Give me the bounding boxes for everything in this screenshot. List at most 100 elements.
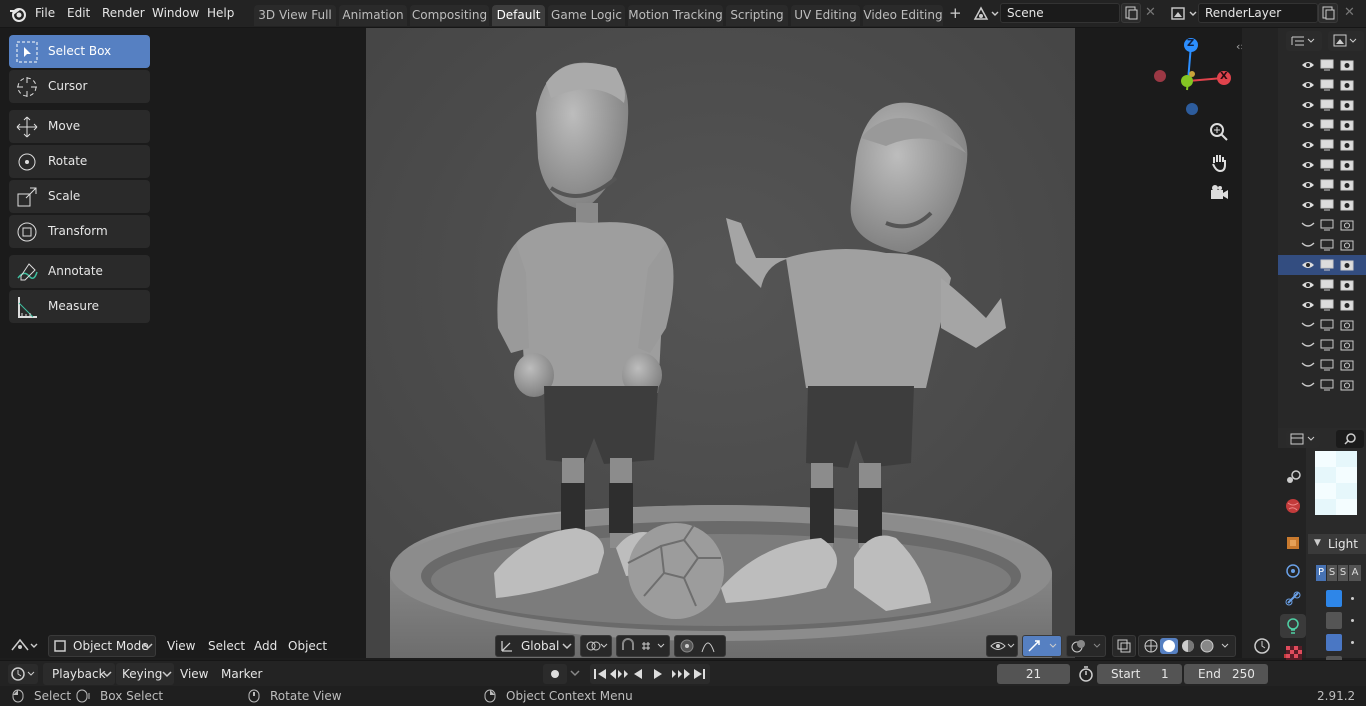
outliner-row[interactable]: [1278, 295, 1366, 315]
camera-icon[interactable]: [1340, 379, 1354, 391]
eye-closed-icon[interactable]: [1301, 239, 1315, 251]
camera-view-icon[interactable]: [1208, 182, 1230, 204]
monitor-icon[interactable]: [1320, 79, 1334, 91]
start-frame-field[interactable]: Start 1: [1097, 664, 1182, 684]
monitor-icon[interactable]: [1320, 199, 1334, 211]
snap-dropdown[interactable]: [616, 635, 670, 657]
render-layer-field[interactable]: RenderLayer: [1198, 3, 1318, 23]
monitor-icon[interactable]: [1320, 339, 1334, 351]
viewport-menu-view[interactable]: View: [163, 636, 199, 656]
eye-icon[interactable]: [1301, 119, 1315, 131]
light-type-area[interactable]: A: [1349, 565, 1361, 581]
camera-icon[interactable]: [1340, 119, 1354, 131]
world-properties-icon[interactable]: [1284, 497, 1302, 515]
eye-icon[interactable]: [1301, 259, 1315, 271]
light-type-sun[interactable]: S: [1327, 565, 1337, 581]
tool-annotate[interactable]: Annotate: [9, 255, 150, 288]
camera-icon[interactable]: [1340, 319, 1354, 331]
pivot-point-dropdown[interactable]: [580, 635, 612, 657]
scene-field[interactable]: Scene: [1000, 3, 1120, 23]
outliner-row[interactable]: [1278, 135, 1366, 155]
zoom-icon[interactable]: [1208, 121, 1230, 143]
camera-icon[interactable]: [1340, 59, 1354, 71]
outliner-row[interactable]: [1278, 95, 1366, 115]
camera-icon[interactable]: [1340, 259, 1354, 271]
eye-icon[interactable]: [1301, 199, 1315, 211]
render-layer-icon[interactable]: [1170, 5, 1200, 23]
menu-file[interactable]: File: [35, 6, 55, 20]
timeline-menu-view[interactable]: View: [180, 667, 208, 681]
outliner-row[interactable]: [1278, 195, 1366, 215]
light-type-spot[interactable]: S: [1338, 565, 1348, 581]
proportional-editing[interactable]: [674, 635, 726, 657]
monitor-icon[interactable]: [1320, 99, 1334, 111]
camera-icon[interactable]: [1340, 359, 1354, 371]
timeline-editor-type-icon[interactable]: [8, 664, 38, 684]
close-scene-icon[interactable]: ✕: [1145, 5, 1156, 20]
viewport-menu-object[interactable]: Object: [284, 636, 331, 656]
copy-scene-icon[interactable]: [1121, 3, 1141, 23]
monitor-icon[interactable]: [1320, 259, 1334, 271]
menu-window[interactable]: Window: [152, 6, 199, 20]
camera-icon[interactable]: [1340, 339, 1354, 351]
keying-menu[interactable]: Keying: [116, 663, 174, 685]
tab-compositing[interactable]: Compositing: [410, 5, 489, 26]
eye-icon[interactable]: [1301, 179, 1315, 191]
monitor-icon[interactable]: [1320, 159, 1334, 171]
animate-property-dot-icon[interactable]: [1351, 641, 1354, 644]
xray-toggle[interactable]: [1112, 635, 1136, 657]
overlay-dropdown[interactable]: [1066, 635, 1106, 657]
camera-icon[interactable]: [1340, 159, 1354, 171]
camera-icon[interactable]: [1340, 219, 1354, 231]
scene-properties-icon[interactable]: [1284, 468, 1302, 486]
monitor-icon[interactable]: [1320, 239, 1334, 251]
outliner-row[interactable]: [1278, 375, 1366, 395]
blender-logo-icon[interactable]: [9, 5, 27, 23]
light-type-point[interactable]: P: [1316, 565, 1326, 581]
timeline-menu-marker[interactable]: Marker: [221, 667, 262, 681]
tool-select-box[interactable]: Select Box: [9, 35, 150, 68]
tab-video-editing[interactable]: Video Editing: [863, 5, 943, 26]
camera-icon[interactable]: [1340, 79, 1354, 91]
physics-properties-icon[interactable]: [1284, 562, 1302, 580]
tab-animation[interactable]: Animation: [339, 5, 407, 26]
tool-move[interactable]: Move: [9, 110, 150, 143]
stopwatch-icon[interactable]: [1076, 664, 1096, 684]
outliner-row[interactable]: [1278, 75, 1366, 95]
monitor-icon[interactable]: [1320, 139, 1334, 151]
camera-icon[interactable]: [1340, 239, 1354, 251]
eye-closed-icon[interactable]: [1301, 319, 1315, 331]
monitor-icon[interactable]: [1320, 379, 1334, 391]
outliner-display-mode-icon[interactable]: [1286, 31, 1322, 51]
eye-closed-icon[interactable]: [1301, 219, 1315, 231]
monitor-icon[interactable]: [1320, 59, 1334, 71]
animate-property-dot-icon[interactable]: [1351, 597, 1354, 600]
editor-type-icon[interactable]: [10, 636, 40, 656]
gizmo-toggle[interactable]: [1022, 635, 1062, 657]
tool-transform[interactable]: Transform: [9, 215, 150, 248]
transform-orientation-dropdown[interactable]: Global: [495, 635, 575, 657]
tool-measure[interactable]: Measure: [9, 290, 150, 323]
menu-help[interactable]: Help: [207, 6, 234, 20]
navigation-gizmo[interactable]: Z X: [1150, 36, 1232, 118]
close-render-layer-icon[interactable]: ✕: [1344, 5, 1355, 20]
tab-default[interactable]: Default: [492, 5, 545, 26]
copy-render-layer-icon[interactable]: [1318, 3, 1338, 23]
camera-icon[interactable]: [1340, 299, 1354, 311]
timeline-editor-icon[interactable]: [1250, 635, 1276, 657]
outliner-row[interactable]: [1278, 55, 1366, 75]
eye-icon[interactable]: [1301, 139, 1315, 151]
light-panel-header[interactable]: ▼ Light: [1308, 534, 1366, 554]
scene-icon[interactable]: [972, 5, 1000, 23]
shading-mode-group[interactable]: [1138, 635, 1236, 657]
camera-icon[interactable]: [1340, 139, 1354, 151]
outliner-filter-icon[interactable]: [1328, 31, 1364, 51]
playback-menu[interactable]: Playback: [43, 663, 115, 685]
end-frame-field[interactable]: End 250: [1184, 664, 1268, 684]
monitor-icon[interactable]: [1320, 179, 1334, 191]
eye-icon[interactable]: [1301, 79, 1315, 91]
camera-icon[interactable]: [1340, 179, 1354, 191]
outliner-row[interactable]: [1278, 355, 1366, 375]
camera-icon[interactable]: [1340, 279, 1354, 291]
outliner[interactable]: [1278, 28, 1366, 428]
